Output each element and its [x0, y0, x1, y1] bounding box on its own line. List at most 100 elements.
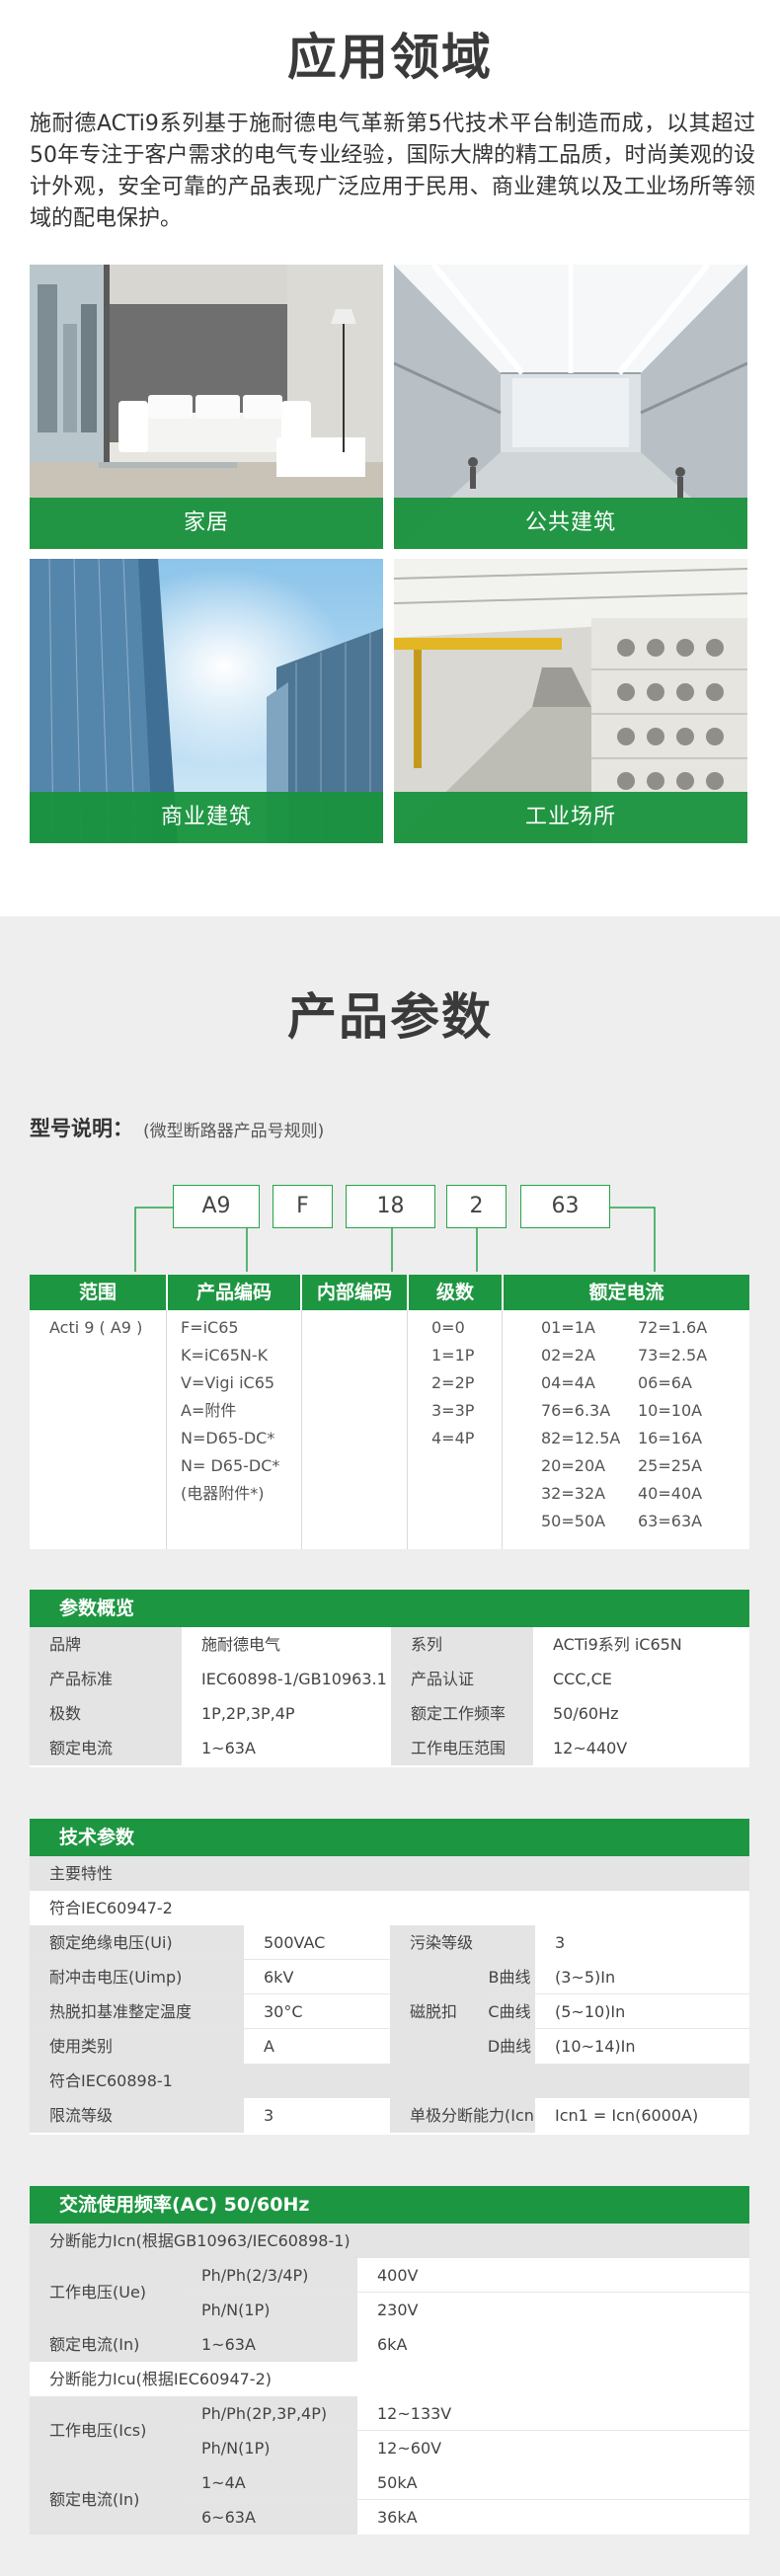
overview-value: 12~440V: [533, 1731, 749, 1765]
applications-intro: 施耐德ACTi9系列基于施耐德电气革新第5代技术平台制造而成，以其超过50年专注…: [30, 112, 755, 231]
tech-value: A: [244, 2029, 390, 2064]
tech-magnetic-label: 磁脱扣: [390, 1960, 484, 2064]
ac-ics-value: 12~60V: [357, 2431, 749, 2465]
overview-label: 产品标准: [30, 1662, 182, 1696]
pole-line: 0=0: [431, 1318, 465, 1337]
ac-in2-range: 6~63A: [182, 2500, 357, 2535]
overview-title: 参数概览: [30, 1590, 749, 1627]
tech-panel: 技术参数 主要特性 符合IEC60947-2 额定绝缘电压(Ui) 500VAC…: [30, 1819, 749, 2135]
applications-section: 应用领域 施耐德ACTi9系列基于施耐德电气革新第5代技术平台制造而成，以其超过…: [0, 0, 780, 916]
tech-value: 500VAC: [244, 1925, 390, 1960]
current-line: 01=1A: [541, 1318, 595, 1337]
current-line: 04=4A: [541, 1373, 595, 1392]
ac-ics-value: 12~133V: [357, 2396, 749, 2431]
current-line: 82=12.5A: [541, 1429, 621, 1447]
curve-value: (5~10)In: [535, 1994, 749, 2029]
pole-line: 4=4P: [431, 1429, 475, 1447]
current-line: 63=63A: [638, 1512, 703, 1530]
tech-std-iec60898: 符合IEC60898-1: [30, 2064, 749, 2098]
overview-label: 系列: [391, 1627, 533, 1662]
rule-col-current: 01=1A 02=2A 04=4A 76=6.3A 82=12.5A 20=20…: [503, 1310, 749, 1549]
overview-label: 额定电流: [30, 1731, 182, 1765]
ac-panel: 交流使用频率(AC) 50/60Hz 分断能力Icn(根据GB10963/IEC…: [30, 2186, 749, 2535]
curve-value: (3~5)In: [535, 1960, 749, 1994]
ac-ue-sub: Ph/N(1P): [182, 2293, 357, 2327]
overview-label: 品牌: [30, 1627, 182, 1662]
product-code-line: (电器附件*): [181, 1484, 265, 1503]
overview-label: 额定工作频率: [391, 1696, 533, 1731]
tech-std-iec60947: 符合IEC60947-2: [30, 1891, 749, 1925]
overview-label: 极数: [30, 1696, 182, 1731]
ac-ics-sub: Ph/N(1P): [182, 2431, 357, 2465]
code-current: 63: [520, 1185, 610, 1228]
ac-in2-range: 1~4A: [182, 2465, 357, 2500]
current-line: 76=6.3A: [541, 1401, 611, 1420]
ac-ics-label: 工作电压(Ics): [30, 2396, 182, 2465]
product-code-line: N=D65-DC*: [181, 1429, 275, 1447]
ac-ue-value: 230V: [357, 2293, 749, 2327]
tech-title: 技术参数: [30, 1819, 749, 1856]
model-subtitle: (微型断路器产品号规则): [143, 1122, 325, 1141]
current-line: 72=1.6A: [638, 1318, 708, 1337]
rule-header-current: 额定电流: [504, 1275, 749, 1310]
ac-ue-label: 工作电压(Ue): [30, 2258, 182, 2327]
tech-label: 单极分断能力(Icn1): [390, 2098, 550, 2133]
tile-public-building-label: 公共建筑: [394, 498, 747, 549]
rule-header-range: 范围: [30, 1275, 166, 1310]
current-line: 02=2A: [541, 1346, 595, 1365]
tile-commercial-building: 商业建筑: [30, 559, 383, 843]
ac-in2-value: 36kA: [357, 2500, 749, 2535]
tech-label: 限流等级: [30, 2098, 244, 2133]
tile-home-label: 家居: [30, 498, 383, 549]
tech-value: Icn1 = Icn(6000A): [535, 2098, 749, 2133]
ac-ics-sub: Ph/Ph(2P,3P,4P): [182, 2396, 357, 2431]
code-product: F: [273, 1185, 333, 1228]
code-internal: 18: [346, 1185, 435, 1228]
tile-industrial: 工业场所: [394, 559, 747, 843]
overview-label: 工作电压范围: [391, 1731, 533, 1765]
current-line: 32=32A: [541, 1484, 606, 1503]
product-params-section: 产品参数 型号说明： (微型断路器产品号规则) A9 F 18 2 63 范围 …: [0, 916, 780, 2576]
current-line: 73=2.5A: [638, 1346, 708, 1365]
ac-in2-label: 额定电流(In): [30, 2465, 182, 2535]
rule-col-poles: 0=0 1=1P 2=2P 3=3P 4=4P: [408, 1310, 503, 1549]
current-line: 25=25A: [638, 1456, 703, 1475]
params-title: 产品参数: [287, 988, 493, 1046]
rule-col-product-code: F=iC65 K=iC65N-K V=Vigi iC65 A=附件 N=D65-…: [167, 1310, 302, 1549]
pole-line: 2=2P: [431, 1373, 475, 1392]
overview-value: ACTi9系列 iC65N: [533, 1627, 749, 1662]
product-code-line: A=附件: [181, 1401, 237, 1420]
product-code-line: K=iC65N-K: [181, 1346, 269, 1365]
ac-in-value: 6kA: [357, 2327, 749, 2362]
tile-home: 家居: [30, 265, 383, 549]
tile-industrial-label: 工业场所: [394, 792, 747, 843]
tech-value: 30°C: [244, 1994, 390, 2029]
code-range: A9: [173, 1185, 260, 1228]
rule-col-range: Acti 9 ( A9 ): [30, 1310, 167, 1549]
curve-label: C曲线: [484, 1994, 535, 2029]
overview-value: 50/60Hz: [533, 1696, 749, 1731]
overview-value: 施耐德电气: [182, 1627, 391, 1662]
rule-header-internal-code: 内部编码: [302, 1275, 407, 1310]
rule-header-product-code: 产品编码: [168, 1275, 300, 1310]
ac-title: 交流使用频率(AC) 50/60Hz: [30, 2186, 749, 2224]
tech-value: 3: [244, 2098, 390, 2133]
tech-label: 污染等级: [390, 1925, 535, 1960]
tech-value: 3: [535, 1925, 749, 1960]
ac-icu-title: 分断能力Icu(根据IEC60947-2): [30, 2362, 749, 2396]
product-code-line: F=iC65: [181, 1318, 239, 1337]
overview-value: IEC60898-1/GB10963.1: [182, 1662, 391, 1696]
product-code-line: N= D65-DC*: [181, 1456, 280, 1475]
tech-label: 热脱扣基准整定温度: [30, 1994, 244, 2029]
pole-line: 3=3P: [431, 1401, 475, 1420]
tech-main-features: 主要特性: [30, 1856, 749, 1891]
code-poles: 2: [446, 1185, 507, 1228]
tech-label: 使用类别: [30, 2029, 244, 2064]
applications-title: 应用领域: [287, 29, 493, 86]
rule-header-poles: 级数: [409, 1275, 502, 1310]
current-line: 16=16A: [638, 1429, 703, 1447]
rule-col-internal-code: [302, 1310, 408, 1549]
overview-value: 1P,2P,3P,4P: [182, 1696, 391, 1731]
curve-label: D曲线: [484, 2029, 535, 2064]
overview-value: CCC,CE: [533, 1662, 749, 1696]
